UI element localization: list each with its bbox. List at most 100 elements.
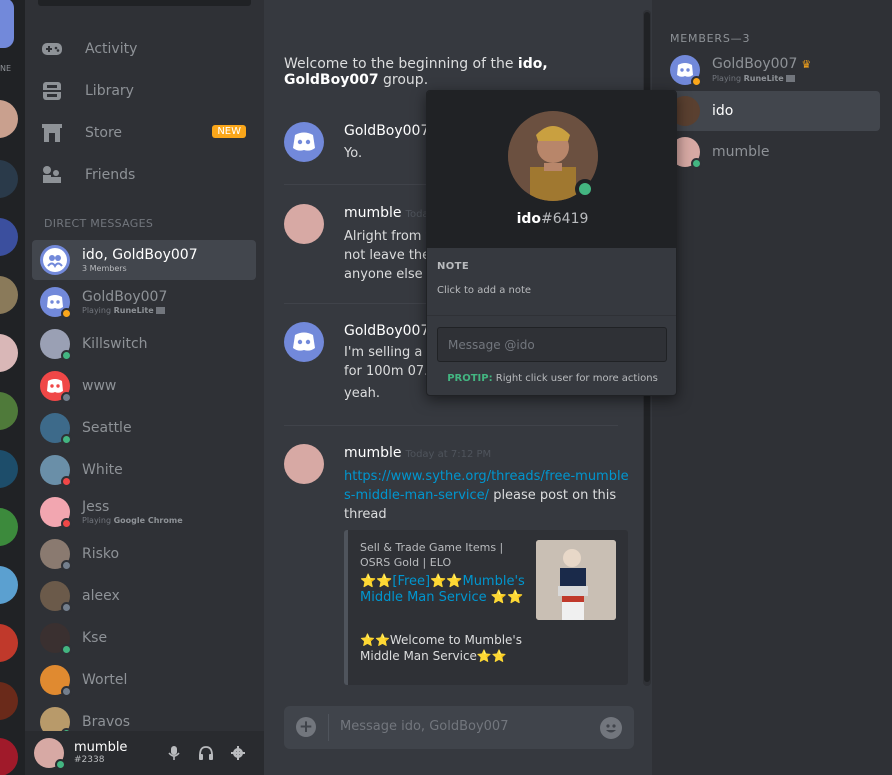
nav-friends[interactable]: Friends <box>35 155 254 195</box>
nav-activity-label: Activity <box>85 41 138 57</box>
member-name: ido <box>712 103 734 119</box>
user-panel: mumble #2338 <box>25 731 264 775</box>
discord-avatar[interactable] <box>284 122 324 162</box>
dm-activity: Playing RuneLite <box>82 305 167 316</box>
embed-thumbnail[interactable] <box>536 540 616 620</box>
server-icon[interactable] <box>0 160 18 198</box>
avatar[interactable] <box>284 444 324 484</box>
server-icon[interactable] <box>0 566 18 604</box>
status-online-indicator <box>61 434 72 445</box>
new-badge: NEW <box>212 125 246 138</box>
dm-item-jess[interactable]: Jess Playing Google Chrome <box>32 492 256 532</box>
discord-avatar <box>670 55 702 87</box>
nav-store[interactable]: Store NEW <box>35 113 254 153</box>
dm-subtext: 3 Members <box>82 263 127 273</box>
members-header: MEMBERS—3 <box>670 32 751 45</box>
find-conversation-bar[interactable] <box>38 0 251 6</box>
avatar <box>40 539 72 571</box>
status-offline-indicator <box>61 602 72 613</box>
dm-item-white[interactable]: White <box>32 450 256 490</box>
dm-name: Kse <box>82 630 108 646</box>
dm-item-group[interactable]: ido, GoldBoy007 3 Members <box>32 240 256 280</box>
dm-item-wortel[interactable]: Wortel <box>32 660 256 700</box>
server-icon[interactable] <box>0 218 18 256</box>
message-timestamp: Today at 7:12 PM <box>405 449 492 460</box>
server-icon[interactable] <box>0 100 18 138</box>
embed-title[interactable]: ⭐⭐[Free]⭐⭐Mumble's Middle Man Service ⭐⭐ <box>360 574 526 606</box>
status-offline-indicator <box>61 560 72 571</box>
library-icon <box>39 80 65 102</box>
member-goldboy007[interactable]: GoldBoy007 ♛ Playing RuneLite <box>662 50 880 90</box>
nav-activity[interactable]: Activity <box>35 29 254 69</box>
dm-activity: Playing Google Chrome <box>82 515 183 525</box>
gear-icon[interactable] <box>230 745 246 761</box>
dm-item-kse[interactable]: Kse <box>32 618 256 658</box>
popout-discriminator: #6419 <box>541 211 589 227</box>
user-avatar[interactable] <box>34 738 66 770</box>
microphone-icon[interactable] <box>166 745 182 761</box>
server-icon[interactable] <box>0 508 18 546</box>
member-mumble[interactable]: mumble <box>662 132 880 172</box>
upload-plus-button[interactable]: + <box>296 717 316 737</box>
dm-name: Jess <box>82 498 110 515</box>
message-author[interactable]: mumble <box>344 205 402 221</box>
status-offline-indicator <box>61 686 72 697</box>
message-author[interactable]: mumble <box>344 445 402 461</box>
status-online-indicator <box>575 179 595 199</box>
avatar <box>40 665 72 697</box>
protip: PROTIP: Right click user for more action… <box>447 373 658 384</box>
nav-library[interactable]: Library <box>35 71 254 111</box>
dm-item-aleex[interactable]: aleex <box>32 576 256 616</box>
dm-name: ido, GoldBoy007 <box>82 246 198 263</box>
headphones-icon[interactable] <box>198 745 214 761</box>
dm-name: Risko <box>82 546 120 562</box>
server-icon[interactable] <box>0 738 18 775</box>
member-activity: Playing RuneLite <box>712 73 811 84</box>
user-name: mumble <box>74 739 128 755</box>
emoji-picker-button[interactable] <box>600 717 622 739</box>
status-offline-indicator <box>61 392 72 403</box>
dm-item-risko[interactable]: Risko <box>32 534 256 574</box>
nav-library-label: Library <box>85 83 134 99</box>
server-icon[interactable] <box>0 392 18 430</box>
status-idle-indicator <box>61 308 72 319</box>
dm-item-goldboy007[interactable]: GoldBoy007 Playing RuneLite <box>32 282 256 322</box>
member-name: mumble <box>712 144 770 160</box>
rich-presence-icon <box>156 306 166 314</box>
avatar <box>40 455 72 487</box>
status-online-indicator <box>61 350 72 361</box>
discord-avatar[interactable] <box>284 322 324 362</box>
dm-item-seattle[interactable]: Seattle <box>32 408 256 448</box>
dm-name: aleex <box>82 588 120 604</box>
status-dnd-indicator <box>61 476 72 487</box>
avatar <box>40 413 72 445</box>
direct-messages-header: DIRECT MESSAGES <box>44 217 154 230</box>
dm-name: Seattle <box>82 420 132 436</box>
avatar[interactable] <box>284 204 324 244</box>
note-field[interactable]: Click to add a note <box>437 285 531 296</box>
dm-sidebar: Activity Library Store NEW Friends DIREC… <box>25 0 264 775</box>
nav-store-label: Store <box>85 125 123 141</box>
dm-item-www[interactable]: www <box>32 366 256 406</box>
message-text: https://www.sythe.org/threads/free-mumbl… <box>344 469 629 522</box>
dm-name: www <box>82 378 117 394</box>
server-icon[interactable] <box>0 624 18 662</box>
dm-item-killswitch[interactable]: Killswitch <box>32 324 256 364</box>
server-icon[interactable] <box>0 450 18 488</box>
group-avatar <box>40 245 70 275</box>
home-button[interactable] <box>0 0 14 48</box>
embed-provider[interactable]: Sell & Trade Game Items | OSRS Gold | EL… <box>360 540 520 570</box>
dm-name: GoldBoy007 <box>82 288 168 305</box>
crown-icon: ♛ <box>801 58 812 71</box>
server-icon[interactable] <box>0 334 18 372</box>
message-input[interactable]: Message ido, GoldBoy007 <box>340 719 508 734</box>
server-icon[interactable] <box>0 276 18 314</box>
popout-message-input[interactable] <box>437 327 667 362</box>
server-icon[interactable] <box>0 682 18 720</box>
member-ido[interactable]: ido <box>662 91 880 131</box>
avatar <box>40 329 72 361</box>
embed-description: ⭐⭐Welcome to Mumble's Middle Man Service… <box>360 633 522 663</box>
discord-avatar <box>40 371 72 403</box>
nav-friends-label: Friends <box>85 167 136 183</box>
gamepad-icon <box>39 38 65 60</box>
